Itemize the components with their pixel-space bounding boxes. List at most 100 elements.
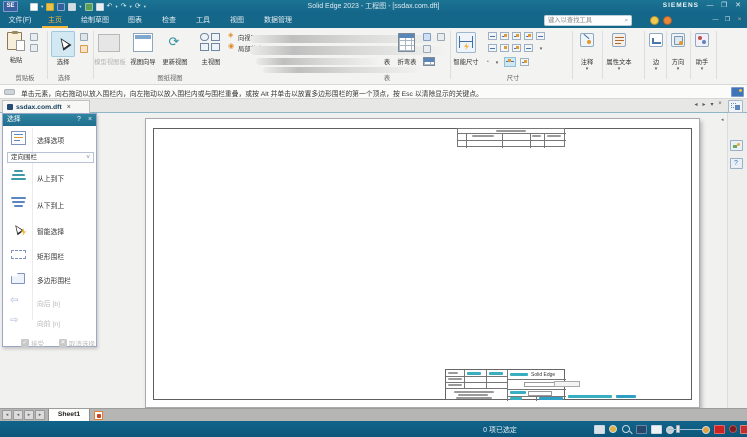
cancel-cross-icon[interactable]: ✕ xyxy=(59,339,67,347)
doc-close-button[interactable]: × xyxy=(734,16,745,25)
edges-caret-icon[interactable]: ▾ xyxy=(652,67,660,72)
style-copy-icon[interactable] xyxy=(85,3,93,11)
copy-icon[interactable] xyxy=(30,44,38,52)
model-view-board-icon[interactable] xyxy=(98,34,120,52)
tab-home[interactable]: 主页 xyxy=(42,13,68,28)
assistant-label[interactable]: 助手 xyxy=(691,57,713,66)
bend-table-label[interactable]: 折弯表 xyxy=(394,57,420,66)
tab-scroll-left-icon[interactable]: ◂ xyxy=(692,101,700,108)
app-logo[interactable]: SE xyxy=(3,1,18,12)
refresh-icon[interactable]: ⟳ xyxy=(135,1,141,12)
feedback-smiley-icon[interactable] xyxy=(650,16,659,25)
print-icon[interactable] xyxy=(68,3,76,11)
update-views-icon[interactable]: ⟳ xyxy=(164,32,184,52)
orientation-icon[interactable] xyxy=(671,33,685,47)
mini-table-icon[interactable] xyxy=(423,57,435,66)
bottom-up-item[interactable]: 从下到上 xyxy=(37,200,64,210)
detail-view-icon[interactable]: ◉ xyxy=(228,43,234,51)
aux-view-icon[interactable]: ◈ xyxy=(228,32,233,40)
last-sheet-button[interactable]: ▸ xyxy=(35,410,45,420)
smart-dimension-label[interactable]: 智能尺寸 xyxy=(444,57,488,66)
dim-callout-icon[interactable] xyxy=(512,44,521,52)
search-input[interactable]: 键入以查找工具 ⌕ xyxy=(544,15,632,26)
file-menu[interactable]: 文件(F) xyxy=(4,13,36,28)
doc-options-icon[interactable] xyxy=(96,3,104,11)
forward-item[interactable]: 向前 [n] xyxy=(37,318,60,328)
annotation-icon[interactable] xyxy=(580,33,594,47)
dim-prefix-icon[interactable] xyxy=(520,58,529,66)
back-arrow-icon[interactable]: ⇦ xyxy=(10,296,18,306)
panel-help-icon[interactable]: ? xyxy=(74,114,84,126)
assistant-caret-icon[interactable]: ▾ xyxy=(698,67,706,72)
forward-arrow-icon[interactable]: ⇨ xyxy=(10,316,18,326)
select-button-label[interactable]: 选择 xyxy=(51,57,75,66)
dim-symmetric-icon[interactable] xyxy=(524,32,533,40)
tab-view[interactable]: 视图 xyxy=(224,13,250,28)
dim-distance-icon[interactable] xyxy=(488,32,497,40)
doc-minimize-button[interactable]: — xyxy=(710,16,721,25)
edges-label[interactable]: 边 xyxy=(649,57,663,66)
select-options-item[interactable]: 选择选项 xyxy=(37,135,64,145)
doc-restore-button[interactable]: ❐ xyxy=(722,16,733,25)
image-view-icon[interactable] xyxy=(730,140,743,151)
panel-close-icon[interactable]: × xyxy=(85,114,95,126)
poly-fence-icon[interactable] xyxy=(11,273,25,284)
record-icon[interactable] xyxy=(729,425,737,433)
rect-fence-item[interactable]: 矩形围栏 xyxy=(37,251,64,261)
table-icon[interactable] xyxy=(398,33,415,52)
orientation-caret-icon[interactable]: ▾ xyxy=(674,67,682,72)
document-tab-close-icon[interactable]: × xyxy=(67,104,71,111)
property-text-caret-icon[interactable]: ▾ xyxy=(615,67,623,72)
zoom-in-icon[interactable] xyxy=(702,426,710,434)
update-views-label[interactable]: 更新视图 xyxy=(160,57,190,66)
edges-icon[interactable] xyxy=(649,33,663,47)
orientation-label[interactable]: 方向 xyxy=(667,57,689,66)
dim-coordinate-icon[interactable] xyxy=(512,32,521,40)
smart-select-icon[interactable] xyxy=(11,222,26,236)
restore-button[interactable]: ❐ xyxy=(717,0,731,12)
qat-caret-icon[interactable]: ▾ xyxy=(144,4,146,10)
dim-style-caret-icon[interactable]: ▾ xyxy=(493,61,501,66)
zoom-slider-handle[interactable] xyxy=(676,425,680,433)
undo-icon[interactable]: ↶ xyxy=(107,1,113,12)
edit-sheet-icon[interactable] xyxy=(94,411,103,420)
rect-fence-icon[interactable] xyxy=(11,250,26,259)
select-button[interactable] xyxy=(51,31,75,57)
dim-more-caret-icon[interactable]: ▾ xyxy=(537,47,545,52)
video-help-icon[interactable] xyxy=(714,425,725,434)
open-folder-icon[interactable] xyxy=(46,3,54,11)
smart-select-item[interactable]: 智能选择 xyxy=(37,226,64,236)
principal-view-label[interactable]: 主视图 xyxy=(198,57,224,66)
minimize-button[interactable]: — xyxy=(703,0,717,12)
view-wizard-icon[interactable] xyxy=(133,33,153,52)
annotation-label[interactable]: 注释 xyxy=(574,57,600,66)
cut-icon[interactable] xyxy=(30,33,38,41)
property-text-label[interactable]: 属性文本 xyxy=(602,57,636,66)
cancel-label[interactable]: 取消选择 xyxy=(69,341,95,348)
tab-list-caret-icon[interactable]: ▾ xyxy=(708,101,716,108)
hole-table-icon[interactable] xyxy=(423,45,431,53)
strip-collapse-icon[interactable]: ◂ xyxy=(721,117,724,123)
zoom-area-icon[interactable] xyxy=(609,425,617,433)
parts-list-icon[interactable] xyxy=(423,33,431,41)
top-down-item[interactable]: 从上到下 xyxy=(37,173,64,183)
close-button[interactable]: ✕ xyxy=(731,0,745,12)
first-sheet-button[interactable]: ◂ xyxy=(2,410,12,420)
prompt-help-icon[interactable] xyxy=(731,87,744,97)
drawing-sheet[interactable]: Solid Edge xyxy=(145,118,700,408)
title-block[interactable]: Solid Edge xyxy=(445,369,565,400)
redo-icon[interactable]: ↷ xyxy=(121,1,127,12)
view-wizard-label[interactable]: 视图向导 xyxy=(128,57,158,66)
accept-label[interactable]: 接受 xyxy=(31,341,44,348)
tab-data-mgmt[interactable]: 数据管理 xyxy=(258,13,298,28)
dim-angle-icon[interactable] xyxy=(500,32,509,40)
print-caret-icon[interactable]: ▾ xyxy=(79,4,81,10)
save-icon[interactable] xyxy=(57,3,65,11)
new-document-icon[interactable] xyxy=(30,3,38,11)
select-options-icon[interactable] xyxy=(11,131,26,145)
select-tool-status-icon[interactable] xyxy=(594,425,605,434)
document-tab[interactable]: ssdax.com.dft × xyxy=(2,100,90,113)
undo-caret-icon[interactable]: ▾ xyxy=(115,4,117,10)
property-text-icon[interactable] xyxy=(612,33,626,47)
alert-icon[interactable] xyxy=(740,425,747,434)
